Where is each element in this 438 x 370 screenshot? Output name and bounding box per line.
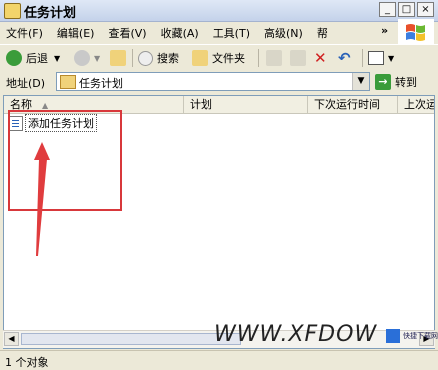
forward-arrow-icon	[74, 50, 90, 66]
search-icon	[138, 50, 153, 66]
delete-x-icon: ✕	[314, 49, 327, 67]
watermark-site: 快捷下载网	[403, 332, 438, 340]
back-dropdown-icon[interactable]: ▼	[54, 54, 60, 63]
window-controls: _ □ ×	[379, 2, 434, 17]
menu-favorites[interactable]: 收藏(A)	[161, 25, 199, 41]
folders-icon	[192, 50, 208, 66]
back-label: 后退	[26, 52, 48, 65]
undo-button[interactable]: ↶	[338, 49, 351, 67]
move-to-button[interactable]	[266, 49, 282, 67]
go-arrow-icon: →	[375, 73, 391, 90]
undo-icon: ↶	[338, 49, 351, 67]
watermark-logo: 快捷下载网	[386, 329, 438, 343]
address-dropdown-icon[interactable]: ▼	[352, 73, 369, 90]
watermark-logo-icon	[386, 329, 400, 343]
status-bar: 1 个对象	[0, 350, 438, 370]
maximize-button[interactable]: □	[398, 2, 415, 17]
annotation-arrow-icon	[34, 142, 50, 256]
menu-bar: 文件(F) 编辑(E) 查看(V) 收藏(A) 工具(T) 高级(N) 帮 »	[0, 22, 438, 42]
copy-to-icon	[290, 50, 306, 66]
up-folder-button[interactable]	[110, 49, 126, 67]
search-label: 搜索	[157, 52, 179, 65]
title-bar: 任务计划 _ □ ×	[0, 0, 438, 22]
menu-edit[interactable]: 编辑(E)	[57, 25, 95, 41]
views-dropdown-icon[interactable]: ▼	[388, 54, 394, 63]
watermark-text: WWW.XFDOW	[214, 322, 378, 347]
windows-logo-icon	[398, 19, 434, 45]
go-button[interactable]: → 转到	[375, 72, 417, 91]
delete-button[interactable]: ✕	[314, 49, 327, 67]
scroll-left-icon[interactable]: ◀	[4, 332, 19, 346]
toolbar-separator	[362, 49, 363, 67]
search-button[interactable]: 搜索	[138, 49, 179, 67]
window-title: 任务计划	[24, 6, 77, 21]
minimize-button[interactable]: _	[379, 2, 396, 17]
status-text: 1 个对象	[5, 356, 49, 369]
views-button[interactable]: ▼	[368, 49, 394, 67]
folders-button[interactable]: 文件夹	[192, 49, 245, 67]
views-icon	[368, 51, 384, 65]
menu-file[interactable]: 文件(F)	[6, 25, 43, 41]
toolbar-separator	[258, 49, 259, 67]
address-input[interactable]: 任务计划 ▼	[56, 72, 370, 91]
scheduled-tasks-folder-icon	[4, 3, 21, 19]
scrollbar-thumb[interactable]	[21, 333, 241, 345]
copy-to-button[interactable]	[290, 49, 306, 67]
forward-button[interactable]: ▼	[74, 49, 100, 67]
menu-tools[interactable]: 工具(T)	[213, 25, 250, 41]
address-label: 地址(D)	[6, 77, 46, 90]
back-button[interactable]: 后退 ▼	[6, 49, 60, 67]
file-list[interactable]: 名称 ▲ 计划 下次运行时间 上次运 添加任务计划	[3, 95, 435, 349]
move-to-icon	[266, 50, 282, 66]
folders-label: 文件夹	[212, 52, 245, 65]
menu-view[interactable]: 查看(V)	[108, 25, 146, 41]
address-bar: 地址(D) 任务计划 ▼ → 转到	[0, 71, 438, 93]
back-arrow-icon	[6, 50, 22, 66]
up-folder-icon	[110, 50, 126, 66]
menu-advanced[interactable]: 高级(N)	[264, 25, 303, 41]
menu-overflow-chevron[interactable]: »	[381, 24, 388, 37]
toolbar-separator	[132, 49, 133, 67]
close-button[interactable]: ×	[417, 2, 434, 17]
go-label: 转到	[395, 75, 417, 89]
forward-dropdown-icon[interactable]: ▼	[94, 54, 100, 63]
folder-icon	[60, 75, 76, 89]
address-value: 任务计划	[79, 77, 123, 90]
menu-help[interactable]: 帮	[317, 25, 328, 41]
toolbar: 后退 ▼ ▼ 搜索 文件夹 ✕ ↶ ▼	[0, 44, 438, 72]
